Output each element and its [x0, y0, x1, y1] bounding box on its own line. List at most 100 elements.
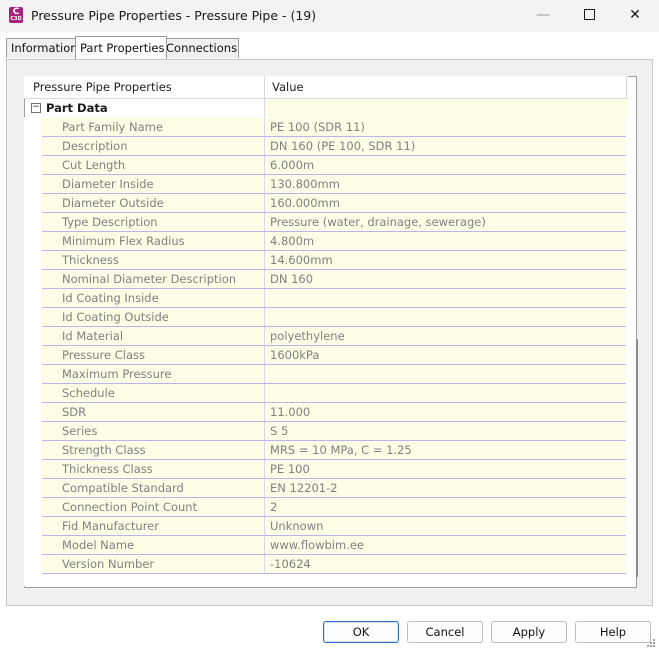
property-value[interactable]: www.flowbim.ee — [270, 536, 364, 555]
property-name: Compatible Standard — [62, 481, 184, 495]
property-name: Maximum Pressure — [62, 367, 172, 381]
property-row[interactable]: Thickness Class PE 100 — [42, 460, 626, 479]
property-name: Strength Class — [62, 443, 146, 457]
cell-divider — [264, 479, 265, 497]
property-value[interactable]: DN 160 — [270, 270, 313, 289]
property-value[interactable]: 4.800m — [270, 232, 314, 251]
property-row[interactable]: Connection Point Count 2 — [42, 498, 626, 517]
property-value[interactable]: 160.000mm — [270, 194, 340, 213]
column-header-value[interactable]: Value — [272, 76, 304, 98]
property-value[interactable]: 11.000 — [270, 403, 310, 422]
apply-button[interactable]: Apply — [491, 621, 567, 643]
property-value[interactable]: polyethylene — [270, 327, 345, 346]
property-name: Id Material — [62, 329, 124, 343]
property-row[interactable]: Thickness 14.600mm — [42, 251, 626, 270]
property-name: Part Family Name — [62, 120, 163, 134]
tab-connections[interactable]: Connections — [161, 38, 239, 58]
property-name: Type Description — [62, 215, 158, 229]
cell-divider — [264, 327, 265, 345]
property-row[interactable]: SDR 11.000 — [42, 403, 626, 422]
cancel-button[interactable]: Cancel — [407, 621, 483, 643]
property-name: Diameter Outside — [62, 196, 164, 210]
property-row[interactable]: Id Material polyethylene — [42, 327, 626, 346]
help-button[interactable]: Help — [575, 621, 651, 643]
property-row[interactable]: Pressure Class 1600kPa — [42, 346, 626, 365]
property-name: Fid Manufacturer — [62, 519, 159, 533]
property-name: Series — [62, 424, 98, 438]
property-row[interactable]: Strength Class MRS = 10 MPa, C = 1.25 — [42, 441, 626, 460]
property-value[interactable]: Pressure (water, drainage, sewerage) — [270, 213, 486, 232]
property-value[interactable]: DN 160 (PE 100, SDR 11) — [270, 137, 415, 156]
property-row[interactable]: Diameter Outside 160.000mm — [42, 194, 626, 213]
property-name: Id Coating Inside — [62, 291, 159, 305]
group-row-part-data[interactable]: − Part Data — [24, 99, 628, 117]
property-row[interactable]: Id Coating Outside — [42, 308, 626, 327]
property-row[interactable]: Part Family Name PE 100 (SDR 11) — [42, 118, 626, 137]
property-row[interactable]: Fid Manufacturer Unknown — [42, 517, 626, 536]
column-header-property[interactable]: Pressure Pipe Properties — [33, 76, 172, 98]
property-name: Connection Point Count — [62, 500, 198, 514]
cell-divider — [264, 517, 265, 535]
maximize-icon[interactable] — [566, 0, 612, 32]
property-row[interactable]: Model Name www.flowbim.ee — [42, 536, 626, 555]
cell-divider — [264, 536, 265, 554]
property-value[interactable]: PE 100 — [270, 460, 310, 479]
cell-divider — [264, 441, 265, 459]
property-name: Cut Length — [62, 158, 126, 172]
property-grid[interactable]: Pressure Pipe Properties Value − Part Da… — [24, 76, 628, 586]
window-title: Pressure Pipe Properties - Pressure Pipe… — [31, 8, 317, 23]
property-row[interactable]: Id Coating Inside — [42, 289, 626, 308]
grid-indent-strip — [24, 117, 42, 586]
property-row[interactable]: Description DN 160 (PE 100, SDR 11) — [42, 137, 626, 156]
cell-divider — [264, 118, 265, 136]
property-value[interactable]: 1600kPa — [270, 346, 319, 365]
property-value[interactable]: -10624 — [270, 555, 311, 574]
collapse-icon[interactable]: − — [31, 103, 41, 113]
vertical-scrollbar[interactable] — [630, 77, 640, 585]
cell-divider — [264, 498, 265, 516]
cell-divider — [264, 403, 265, 421]
property-value[interactable]: MRS = 10 MPa, C = 1.25 — [270, 441, 412, 460]
property-name: Id Coating Outside — [62, 310, 169, 324]
property-value[interactable]: 2 — [270, 498, 277, 517]
property-row[interactable]: Compatible Standard EN 12201-2 — [42, 479, 626, 498]
property-value[interactable]: 14.600mm — [270, 251, 333, 270]
cell-divider — [264, 308, 265, 326]
property-value[interactable]: Unknown — [270, 517, 323, 536]
cell-divider — [264, 175, 265, 193]
resize-grip-icon[interactable] — [647, 639, 655, 647]
column-divider[interactable] — [264, 76, 265, 98]
property-value[interactable]: S 5 — [270, 422, 288, 441]
property-row[interactable]: Nominal Diameter Description DN 160 — [42, 270, 626, 289]
property-name: Schedule — [62, 386, 115, 400]
property-value[interactable]: 130.800mm — [270, 175, 340, 194]
column-divider — [626, 76, 627, 98]
minimize-icon[interactable]: — — [520, 0, 566, 32]
property-row[interactable]: Diameter Inside 130.800mm — [42, 175, 626, 194]
property-name: Nominal Diameter Description — [62, 272, 237, 286]
property-name: Thickness Class — [62, 462, 153, 476]
close-icon[interactable]: ✕ — [612, 0, 658, 32]
cell-divider — [264, 232, 265, 250]
property-row[interactable]: Schedule — [42, 384, 626, 403]
property-row[interactable]: Series S 5 — [42, 422, 626, 441]
group-label: Part Data — [46, 101, 108, 115]
tab-part-properties[interactable]: Part Properties — [75, 36, 167, 59]
cell-divider — [264, 365, 265, 383]
property-row[interactable]: Cut Length 6.000m — [42, 156, 626, 175]
tab-information[interactable]: Information — [6, 38, 79, 58]
ok-button[interactable]: OK — [323, 621, 399, 643]
cell-divider — [264, 137, 265, 155]
property-row[interactable]: Maximum Pressure — [42, 365, 626, 384]
cell-divider — [264, 270, 265, 288]
property-row[interactable]: Minimum Flex Radius 4.800m — [42, 232, 626, 251]
civil3d-app-icon: C C3D — [9, 7, 23, 23]
property-row[interactable]: Version Number -10624 — [42, 555, 626, 574]
property-value[interactable]: 6.000m — [270, 156, 314, 175]
cell-divider — [264, 422, 265, 440]
scrollbar-thumb[interactable] — [636, 339, 638, 577]
property-row[interactable]: Type Description Pressure (water, drainag… — [42, 213, 626, 232]
cell-divider — [264, 460, 265, 478]
property-value[interactable]: EN 12201-2 — [270, 479, 338, 498]
property-value[interactable]: PE 100 (SDR 11) — [270, 118, 365, 137]
